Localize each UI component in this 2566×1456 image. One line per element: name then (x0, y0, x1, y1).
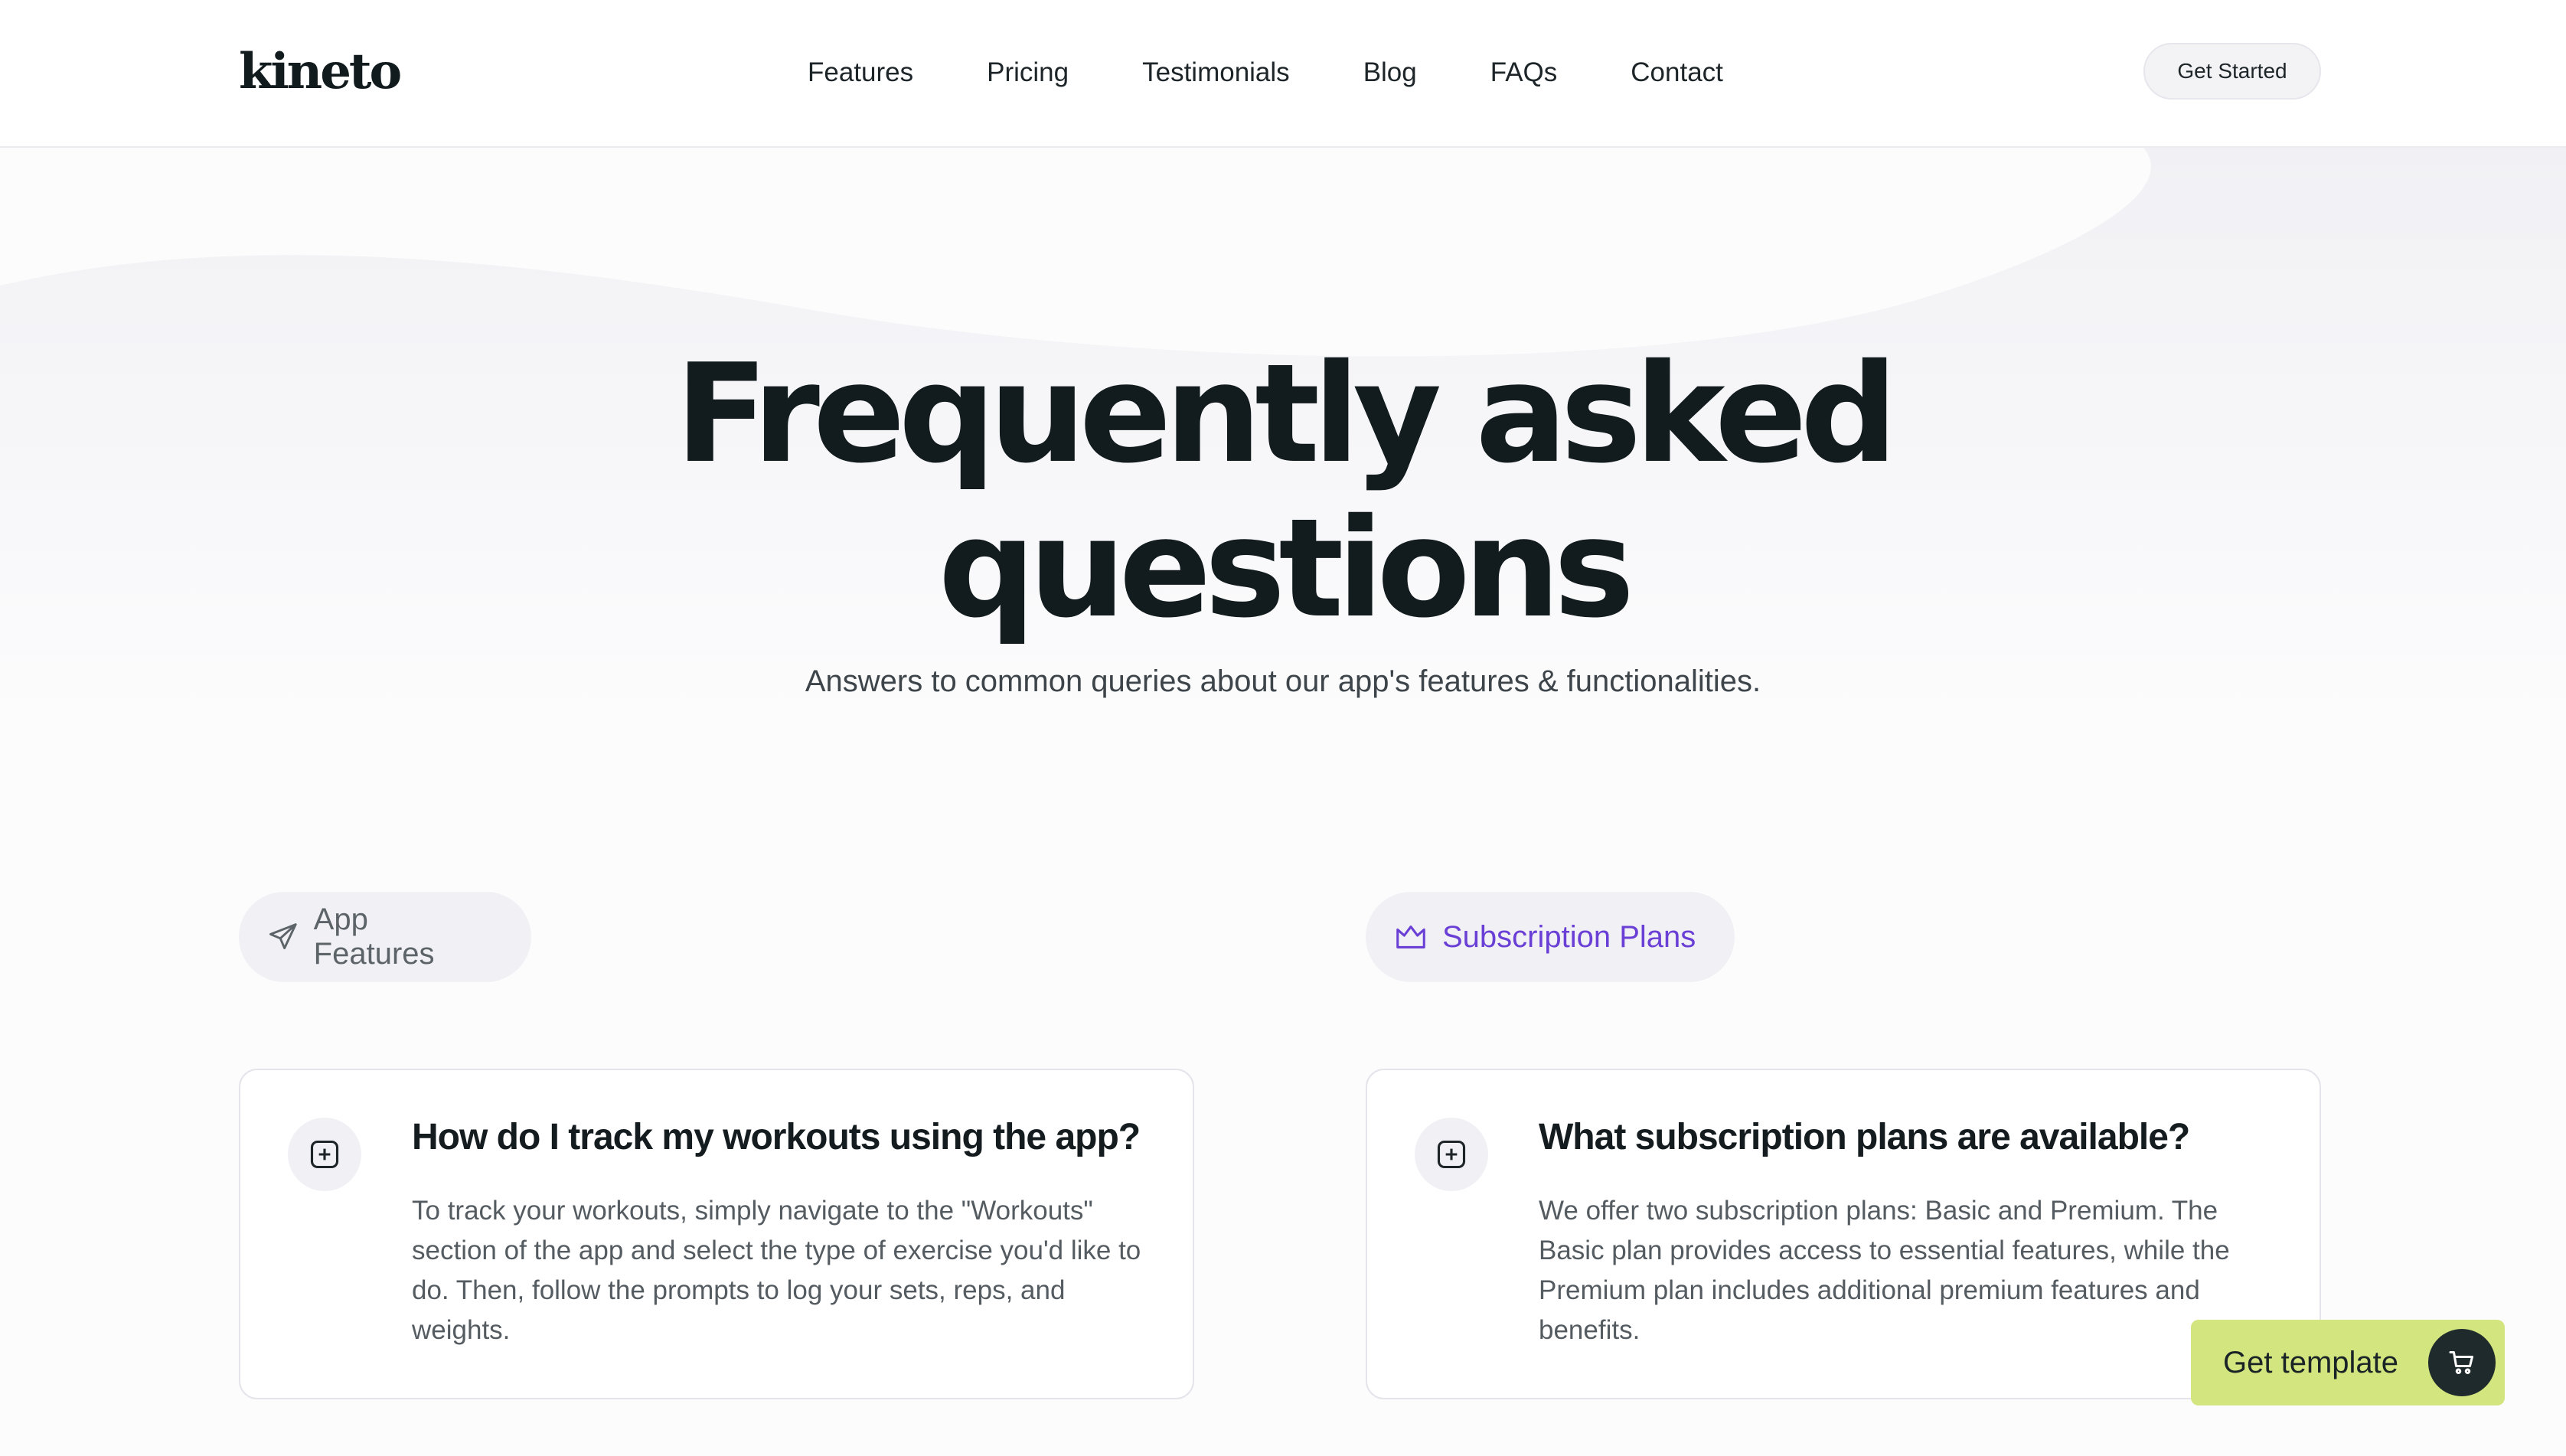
faq-card[interactable]: How do I track my workouts using the app… (239, 1069, 1194, 1399)
logo[interactable]: kineto (239, 43, 402, 100)
title-line-2: questions (938, 489, 1635, 648)
faq-answer: To track your workouts, simply navigate … (412, 1196, 1141, 1345)
expand-button[interactable] (288, 1118, 361, 1191)
category-app-features[interactable]: App Features (239, 892, 531, 982)
faq-question: How do I track my workouts using the app… (412, 1117, 1141, 1157)
get-template-button[interactable]: Get template (2191, 1320, 2505, 1405)
faq-question: What subscription plans are available? (1539, 1117, 2190, 1157)
page-title: Frequently asked questions (0, 337, 2566, 646)
faq-card[interactable]: What subscription plans are available? W… (1366, 1069, 2321, 1399)
category-subscription-plans[interactable]: Subscription Plans (1366, 892, 1735, 982)
nav-testimonials[interactable]: Testimonials (1142, 54, 1290, 92)
expand-button[interactable] (1415, 1118, 1488, 1191)
plus-square-icon (1437, 1140, 1466, 1169)
faq-answer: We offer two subscription plans: Basic a… (1539, 1196, 2230, 1345)
main-nav: Features Pricing Testimonials Blog FAQs … (808, 54, 1723, 92)
page-subtitle: Answers to common queries about our app'… (805, 664, 1761, 698)
get-template-label: Get template (2223, 1345, 2399, 1379)
nav-faqs[interactable]: FAQs (1490, 54, 1558, 92)
crown-icon (1396, 926, 1425, 948)
category-label: Subscription Plans (1442, 919, 1696, 954)
cart-icon (2428, 1329, 2496, 1396)
paper-plane-icon (269, 923, 297, 950)
category-label: App Features (313, 903, 435, 971)
nav-blog[interactable]: Blog (1363, 54, 1417, 92)
page: kineto Features Pricing Testimonials Blo… (0, 0, 2566, 1456)
logo-text: kineto (239, 43, 402, 100)
get-started-button[interactable]: Get Started (2143, 43, 2321, 100)
nav-contact[interactable]: Contact (1631, 54, 1723, 92)
nav-pricing[interactable]: Pricing (987, 54, 1069, 92)
title-line-1: Frequently asked (674, 335, 1898, 493)
nav-features[interactable]: Features (808, 54, 913, 92)
plus-square-icon (310, 1140, 339, 1169)
site-header: kineto Features Pricing Testimonials Blo… (0, 0, 2566, 148)
